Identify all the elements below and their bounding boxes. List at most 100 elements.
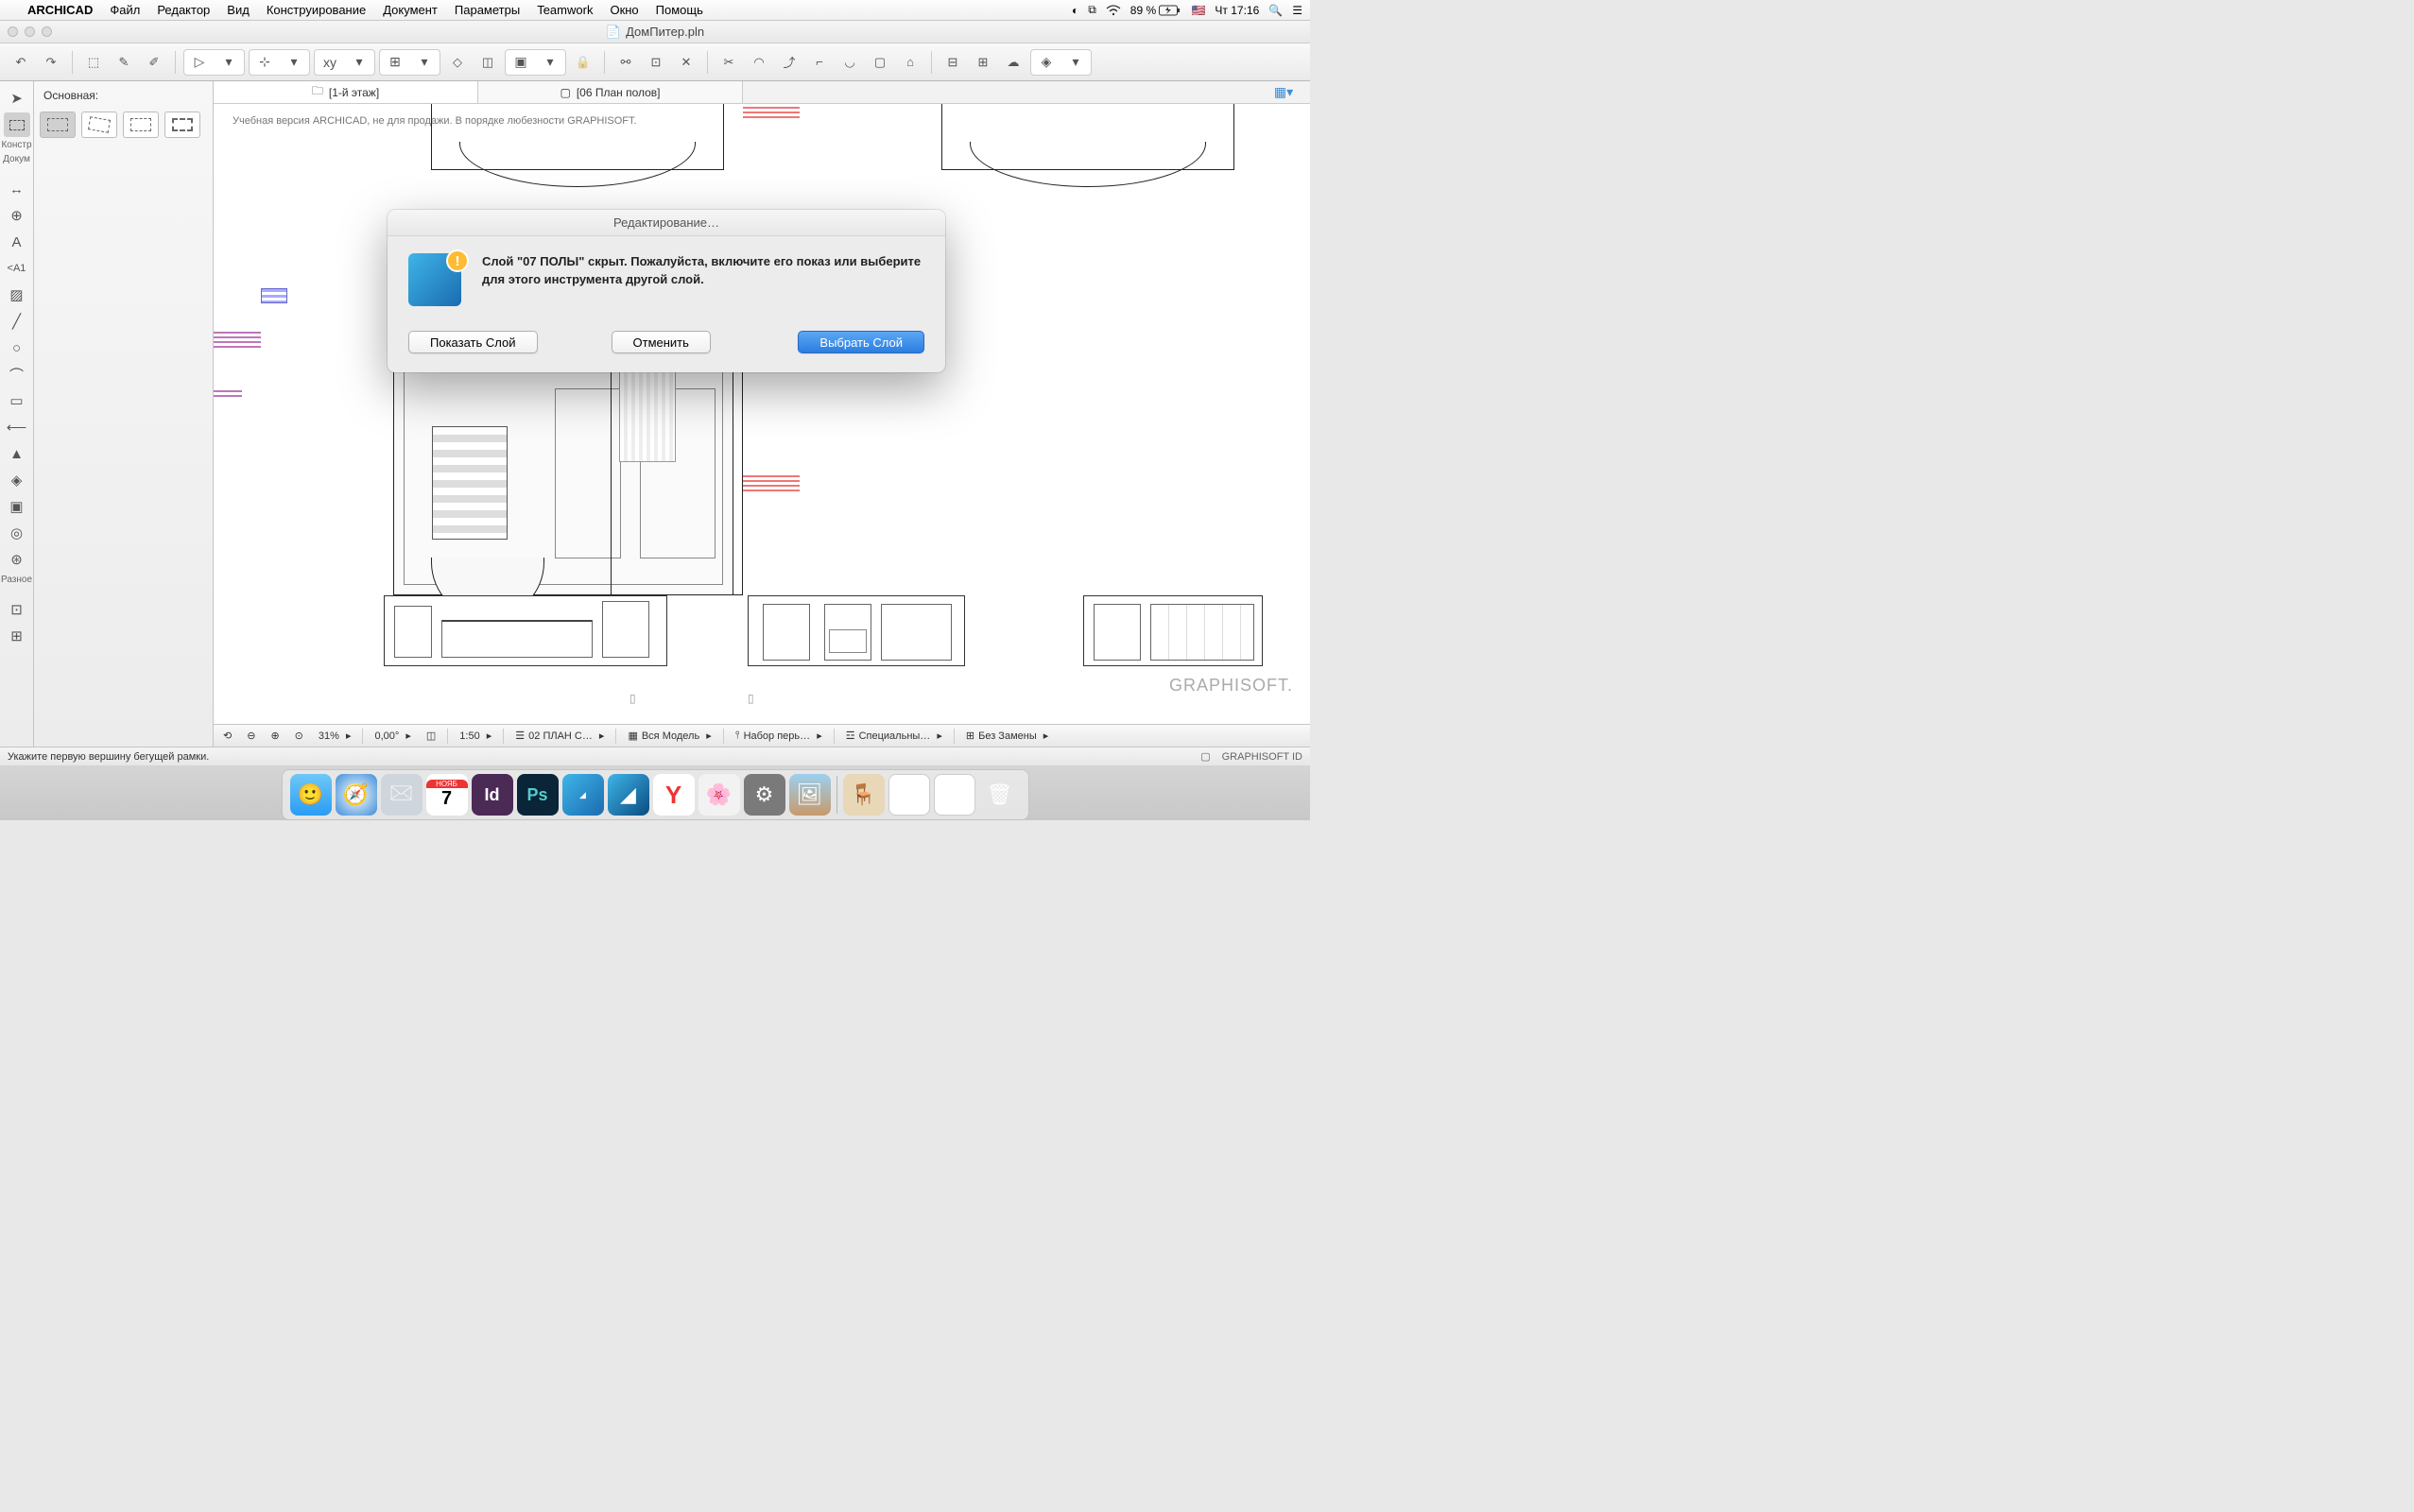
dock-calendar-icon[interactable]: НОЯБ7 — [426, 774, 468, 816]
snap-group[interactable]: ⊹▾ — [249, 49, 310, 76]
zoom-out-icon[interactable]: ⊖ — [243, 730, 259, 742]
fill-tool-icon[interactable]: ▨ — [4, 283, 30, 307]
tab-floorplan[interactable]: ▢ [06 План полов] — [478, 81, 743, 103]
menu-view[interactable]: Вид — [218, 3, 258, 17]
dock-safari-icon[interactable]: 🧭 — [336, 774, 377, 816]
line-tool-icon[interactable]: ╱ — [4, 309, 30, 334]
angle-value[interactable]: 0,00° ▸ — [371, 730, 414, 742]
trace-group[interactable]: ▣▾ — [505, 49, 566, 76]
cut-icon[interactable]: ✂ — [716, 49, 742, 76]
renovation[interactable]: ⊞ Без Замены ▸ — [962, 730, 1052, 742]
redo-button[interactable]: ↷ — [38, 49, 64, 76]
clock[interactable]: Чт 17:16 — [1215, 4, 1259, 17]
dock-photoshop-icon[interactable]: Ps — [517, 774, 559, 816]
hotspot-tool-icon[interactable]: ⊡ — [4, 597, 30, 622]
menu-help[interactable]: Помощь — [647, 3, 712, 17]
fillet-icon[interactable]: ⌐ — [806, 49, 833, 76]
syringe-icon[interactable]: ✐ — [141, 49, 167, 76]
menu-design[interactable]: Конструирование — [258, 3, 374, 17]
spotlight-icon[interactable]: 🔍 — [1268, 4, 1283, 17]
layer-combo[interactable]: ☰ 02 ПЛАН С… ▸ — [511, 730, 608, 742]
ruler-icon[interactable]: ▷ — [185, 51, 214, 74]
dock-preview-icon[interactable]: 🖼 — [789, 774, 831, 816]
fit-icon[interactable]: ⟲ — [219, 730, 235, 742]
control-center-icon[interactable]: ☰ — [1292, 4, 1302, 17]
cancel-button[interactable]: Отменить — [612, 331, 711, 353]
snap-icon[interactable]: ⊹ — [250, 51, 279, 74]
marquee-rect-icon[interactable] — [40, 112, 76, 138]
detail-tool-icon[interactable]: ◎ — [4, 521, 30, 545]
marquee-poly-icon[interactable] — [123, 112, 159, 138]
grid-tool-icon[interactable]: ⊞ — [4, 624, 30, 648]
dock-doc-1-icon[interactable]: 🪑 — [843, 774, 885, 816]
traffic-lights[interactable] — [8, 26, 52, 37]
zoom-reset-icon[interactable]: ⊙ — [291, 730, 307, 742]
group-icon[interactable]: ⊟ — [940, 49, 966, 76]
zoom-in-icon[interactable]: ⊕ — [267, 730, 283, 742]
dock-trash-icon[interactable]: 🗑 — [979, 774, 1021, 816]
undo-button[interactable]: ↶ — [8, 49, 34, 76]
pick-tool-icon[interactable]: ⬚ — [80, 49, 107, 76]
creative-cloud-icon[interactable]: ⧉ — [1088, 3, 1096, 17]
find-icon[interactable]: ✕ — [673, 49, 699, 76]
layers-icon[interactable]: ▣ — [507, 51, 535, 74]
status-icon[interactable]: ▢ — [1200, 750, 1210, 763]
grid-icon[interactable]: ⊞ — [381, 51, 409, 74]
plane-icon[interactable]: ◇ — [444, 49, 471, 76]
guide-group[interactable]: ▷▾ — [183, 49, 245, 76]
dock-settings-icon[interactable]: ⚙ — [744, 774, 785, 816]
menu-teamwork[interactable]: Teamwork — [528, 3, 601, 17]
siri-icon[interactable]: ◐ — [1072, 4, 1078, 17]
dock-mail-icon[interactable]: 🖂 — [381, 774, 422, 816]
close-button[interactable] — [8, 26, 18, 37]
worksheet-tool-icon[interactable]: ▣ — [4, 494, 30, 519]
dock-indesign-icon[interactable]: Id — [472, 774, 513, 816]
home-icon[interactable]: ⌂ — [897, 49, 923, 76]
menu-window[interactable]: Окно — [601, 3, 647, 17]
explode-group[interactable]: ◈▾ — [1030, 49, 1092, 76]
zoom-value[interactable]: 31% ▸ — [315, 730, 355, 742]
pen-set[interactable]: ⫯ Набор перь… ▸ — [732, 730, 826, 742]
marquee-rotrect-icon[interactable] — [81, 112, 117, 138]
tab-floor[interactable]: 🗀 [1-й этаж] — [214, 81, 478, 103]
battery-status[interactable]: 89 % — [1130, 4, 1182, 17]
trim-icon[interactable]: ◠ — [746, 49, 772, 76]
wifi-icon[interactable] — [1106, 5, 1121, 16]
zoom-button[interactable] — [42, 26, 52, 37]
display-options[interactable]: ☲ Специальны… ▸ — [842, 730, 946, 742]
window-icon[interactable]: ▢ — [867, 49, 893, 76]
app-name[interactable]: ARCHICAD — [19, 3, 101, 17]
menu-file[interactable]: Файл — [101, 3, 148, 17]
cloud-icon[interactable]: ☁ — [1000, 49, 1026, 76]
scale-value[interactable]: 1:50 ▸ — [456, 730, 495, 742]
dock-doc-3-icon[interactable]: ▤ — [934, 774, 975, 816]
explode-icon[interactable]: ◈ — [1032, 51, 1060, 74]
section-tool-icon[interactable]: ⟵ — [4, 415, 30, 439]
dock-doc-2-icon[interactable]: ▦ — [888, 774, 930, 816]
drawing-canvas[interactable]: Учебная версия ARCHICAD, не для продажи.… — [214, 104, 1310, 724]
suspend-icon[interactable]: 🔒 — [570, 49, 596, 76]
drawing-tool-icon[interactable]: ▭ — [4, 388, 30, 413]
show-layer-button[interactable]: Показать Слой — [408, 331, 538, 353]
dimension-tool-icon[interactable]: ↔ — [4, 177, 30, 201]
marquee-tool-icon[interactable] — [4, 112, 30, 137]
eyedropper-icon[interactable]: ✎ — [111, 49, 137, 76]
choose-layer-button[interactable]: Выбрать Слой — [798, 331, 924, 353]
change-tool-icon[interactable]: ⊛ — [4, 547, 30, 572]
dock-finder-icon[interactable]: 🙂 — [290, 774, 332, 816]
xy-icon[interactable]: xy — [316, 51, 344, 74]
measure-icon[interactable]: ⊡ — [643, 49, 669, 76]
label-tool-icon[interactable]: <A1 — [4, 256, 30, 281]
arrow-tool-icon[interactable]: ➤ — [4, 86, 30, 111]
offset-icon[interactable]: ◡ — [836, 49, 863, 76]
input-flag[interactable]: 🇺🇸 — [1191, 4, 1205, 17]
text-tool-icon[interactable]: A — [4, 230, 30, 254]
interior-tool-icon[interactable]: ◈ — [4, 468, 30, 492]
dock-photos-icon[interactable]: 🌸 — [698, 774, 740, 816]
coord-group[interactable]: xy▾ — [314, 49, 375, 76]
orient-icon[interactable]: ◫ — [422, 730, 440, 742]
cube-icon[interactable]: ◫ — [474, 49, 501, 76]
graphisoft-id[interactable]: GRAPHISOFT ID — [1222, 751, 1302, 763]
dock-archicad-icon[interactable]: ◢ — [608, 774, 649, 816]
minimize-button[interactable] — [25, 26, 35, 37]
